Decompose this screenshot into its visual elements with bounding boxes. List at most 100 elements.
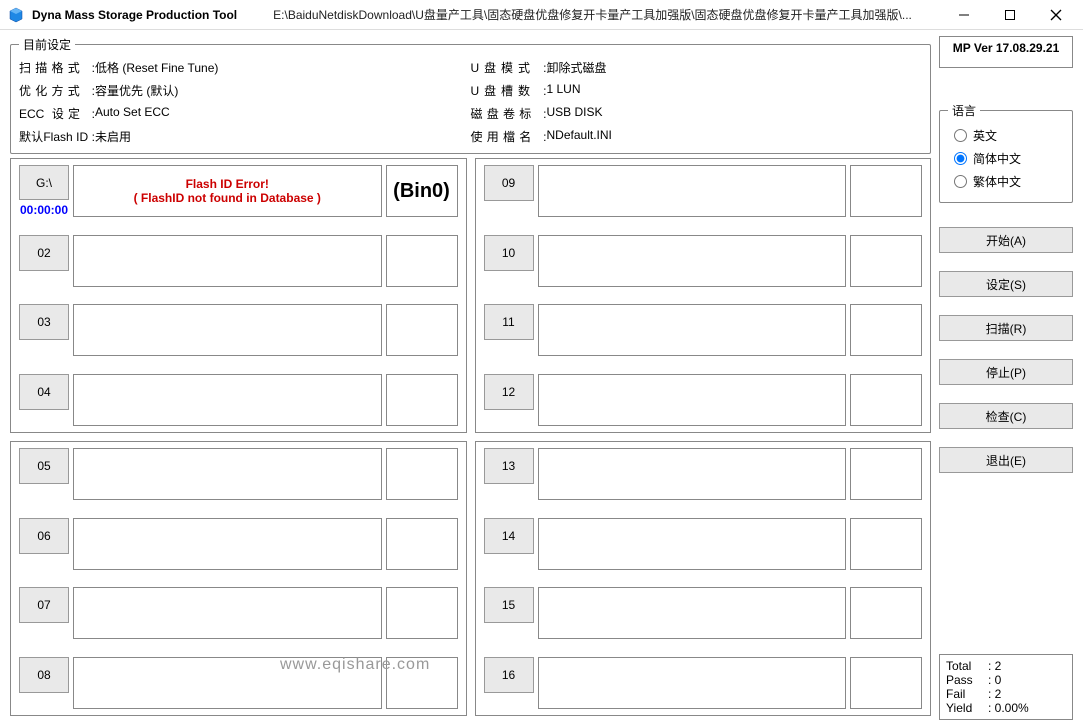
slot-bin [386,448,458,500]
slot-row: 02 [19,235,458,287]
language-label: 繁体中文 [973,173,1021,190]
slots-grid: G:\ 00:00:00 Flash ID Error!( FlashID not … [10,158,931,716]
slot-row: 10 [484,235,923,287]
slot-bin [386,304,458,356]
slot-button[interactable]: 10 [484,235,534,271]
stats-value: : 0 [988,673,1001,687]
slot-button[interactable]: 12 [484,374,534,410]
minimize-button[interactable] [941,0,987,30]
language-option[interactable]: 繁体中文 [954,173,1058,190]
stats-value: : 2 [988,659,1001,673]
settings-label: ECC 设定 [19,105,95,122]
slot-bin [386,374,458,426]
settings-label: 扫描格式 [19,59,95,76]
slot-bin [850,304,922,356]
settings-value: NDefault.INI [547,128,612,145]
slot-button[interactable]: 15 [484,587,534,623]
slot-row: 13 [484,448,923,500]
settings-row: 使用檔名 NDefault.INI [471,128,923,145]
slot-button[interactable]: 05 [19,448,69,484]
titlebar: Dyna Mass Storage Production Tool E:\Bai… [0,0,1083,30]
version-box: MP Ver 17.08.29.21 [939,36,1073,68]
slot-button[interactable]: 16 [484,657,534,693]
current-settings: 目前设定 扫描格式 低格 (Reset Fine Tune)优化方式 容量优先 … [10,36,931,154]
slot-button[interactable]: 06 [19,518,69,554]
slot-bin [850,448,922,500]
settings-row: 磁盘卷标 USB DISK [471,105,923,122]
slot-bin [850,587,922,639]
slot-bin [850,518,922,570]
language-option[interactable]: 简体中文 [954,150,1058,167]
language-label: 英文 [973,127,997,144]
slot-row: 14 [484,518,923,570]
language-option[interactable]: 英文 [954,127,1058,144]
slot-button[interactable]: 14 [484,518,534,554]
slot-button[interactable]: G:\ [19,165,69,200]
slot-button[interactable]: 08 [19,657,69,693]
slot-status [73,448,382,500]
titlebar-path: E:\BaiduNetdiskDownload\U盘量产工具\固态硬盘优盘修复开… [273,6,929,23]
slot-status [538,448,847,500]
settings-value: 容量优先 (默认) [95,82,178,99]
slot-bin [850,235,922,287]
settings-label: U盘模式 [471,59,547,76]
slot-bin [850,657,922,709]
slot-button[interactable]: 11 [484,304,534,340]
slot-panel: 09 10 11 12 [475,158,932,433]
slot-status [73,518,382,570]
slot-button[interactable]: 09 [484,165,534,201]
language-legend: 语言 [948,102,980,119]
action-button[interactable]: 检查(C) [939,403,1073,429]
action-button[interactable]: 设定(S) [939,271,1073,297]
action-button[interactable]: 开始(A) [939,227,1073,253]
action-button[interactable]: 扫描(R) [939,315,1073,341]
slot-status [538,304,847,356]
slot-button[interactable]: 02 [19,235,69,271]
slot-bin: (Bin0) [386,165,458,217]
slot-status: Flash ID Error!( FlashID not found in Da… [73,165,382,217]
maximize-button[interactable] [987,0,1033,30]
slot-row: 09 [484,165,923,217]
slot-row: 08 [19,657,458,709]
slot-button[interactable]: 07 [19,587,69,623]
settings-row: U盘槽数 1 LUN [471,82,923,99]
slot-bin [850,374,922,426]
language-radio[interactable] [954,175,967,188]
action-buttons: 开始(A) 设定(S) 扫描(R) 停止(P) 检查(C) 退出(E) [939,227,1073,473]
stats-row: Fail: 2 [946,687,1066,701]
slot-status [538,587,847,639]
slot-status [538,165,847,217]
slot-status [538,518,847,570]
slot-status [73,304,382,356]
window-controls [941,0,1079,30]
slot-row: 12 [484,374,923,426]
settings-row: 默认Flash ID 未启用 [19,128,471,145]
slot-row: 03 [19,304,458,356]
slot-row: G:\ 00:00:00 Flash ID Error!( FlashID not … [19,165,458,217]
slot-row: 15 [484,587,923,639]
language-radio[interactable] [954,129,967,142]
slot-row: 04 [19,374,458,426]
language-radio[interactable] [954,152,967,165]
slot-bin [850,165,922,217]
slot-button[interactable]: 04 [19,374,69,410]
slot-status [73,374,382,426]
settings-label: 使用檔名 [471,128,547,145]
slot-bin [386,518,458,570]
action-button[interactable]: 停止(P) [939,359,1073,385]
settings-value: 低格 (Reset Fine Tune) [95,59,218,76]
settings-row: ECC 设定 Auto Set ECC [19,105,471,122]
settings-value: 卸除式磁盘 [547,59,607,76]
slot-timer: 00:00:00 [20,203,68,217]
slot-button[interactable]: 13 [484,448,534,484]
slot-panel: 13 14 15 16 [475,441,932,716]
stats-row: Yield: 0.00% [946,701,1066,715]
settings-label: U盘槽数 [471,82,547,99]
close-button[interactable] [1033,0,1079,30]
language-group: 语言 英文简体中文繁体中文 [939,102,1073,203]
settings-right-col: U盘模式 卸除式磁盘 U盘槽数 1 LUN 磁盘卷标 USB DISK 使用檔名 ND… [471,57,923,145]
action-button[interactable]: 退出(E) [939,447,1073,473]
slot-row: 05 [19,448,458,500]
slot-panel: 05 06 07 08 [10,441,467,716]
slot-button[interactable]: 03 [19,304,69,340]
